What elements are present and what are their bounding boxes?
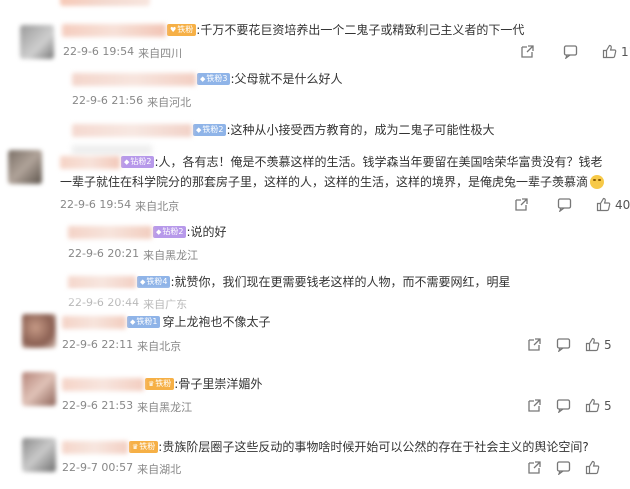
fan-badge: ◆ 钻粉2 — [153, 226, 187, 238]
like-icon — [585, 460, 600, 475]
comment-meta: 22-9-7 00:57 来自湖北 — [62, 461, 181, 477]
username[interactable] — [68, 275, 136, 289]
avatar[interactable] — [20, 25, 54, 59]
comment-time: 22-9-6 19:54 — [63, 45, 135, 58]
avatar[interactable] — [22, 314, 56, 348]
username[interactable] — [72, 123, 192, 137]
like-button[interactable]: 404 — [596, 197, 630, 212]
fan-badge: ♛ 铁粉 — [129, 441, 159, 453]
diamond-icon: ◆ — [156, 228, 162, 236]
comment-actions: 404 — [514, 197, 630, 212]
comment-text: :千万不要花巨资培养出一个二鬼子或精致利己主义者的下一代 — [196, 23, 525, 37]
username[interactable] — [62, 23, 166, 37]
comment-icon[interactable] — [556, 398, 571, 413]
fan-badge: ◆ 铁粉2 — [193, 124, 227, 136]
share-icon[interactable] — [520, 44, 535, 59]
username[interactable] — [62, 377, 144, 391]
like-icon — [602, 44, 617, 59]
username[interactable] — [72, 72, 196, 86]
comment-time: 22-9-6 21:53 — [62, 399, 134, 412]
comment-location: 来自广东 — [143, 298, 188, 311]
comment-meta: 22-9-6 21:56 来自河北 — [72, 94, 191, 110]
comment-time: 22-9-6 19:54 — [60, 198, 132, 211]
comment-meta: 22-9-6 19:54 来自北京 — [60, 198, 179, 214]
comment-actions: 119 — [520, 44, 630, 59]
meta-occlusion — [66, 290, 196, 298]
comment-text: :这种从小接受西方教育的，成为二鬼子可能性极大 — [226, 123, 495, 137]
comment-time: 22-9-6 20:44 — [68, 296, 140, 309]
comment-meta: 22-9-6 21:53 来自黑龙江 — [62, 399, 192, 415]
comment-icon[interactable] — [556, 337, 571, 352]
comment-text: :骨子里崇洋媚外 — [174, 377, 263, 391]
like-count: 119 — [621, 44, 630, 59]
comment-location: 来自湖北 — [137, 463, 182, 476]
like-button[interactable]: 119 — [602, 44, 630, 59]
avatar[interactable] — [8, 150, 42, 184]
share-icon[interactable] — [527, 398, 542, 413]
comment-actions: 5 — [527, 398, 612, 413]
crown-icon: ♛ — [148, 380, 155, 388]
comment-location: 来自河北 — [147, 96, 192, 109]
like-button[interactable]: 5 — [585, 337, 612, 352]
comment-meta: 22-9-6 20:21 来自黑龙江 — [68, 247, 198, 263]
like-button[interactable] — [585, 460, 600, 475]
comment-text: :就赞你，我们现在更需要钱老这样的人物，而不需要网红，明星 — [170, 275, 511, 289]
username[interactable] — [62, 440, 128, 454]
like-button[interactable]: 5 — [585, 398, 612, 413]
diamond-icon: ◆ — [124, 158, 130, 166]
crown-icon: ♛ — [132, 443, 139, 451]
like-count: 5 — [604, 398, 612, 413]
comment-location: 来自四川 — [138, 47, 183, 60]
comment-time: 22-9-6 22:11 — [62, 338, 134, 351]
crying-laughing-emoji — [590, 175, 605, 189]
share-icon[interactable] — [527, 337, 542, 352]
like-icon — [585, 337, 600, 352]
comment-actions — [527, 460, 600, 475]
comment-location: 来自黑龙江 — [143, 249, 199, 262]
diamond-icon: ◆ — [140, 278, 146, 286]
comment-time: 22-9-6 21:56 — [72, 94, 144, 107]
comment-text: :贵族阶层圈子这些反动的事物啥时候开始可以公然的存在于社会主义的舆论空间? — [158, 440, 589, 454]
comment-icon[interactable] — [557, 197, 572, 212]
share-icon[interactable] — [527, 460, 542, 475]
comment-text-line1: :人，各有志！俺是不羡慕这样的生活。钱学森当年要留在美国啥荣华富贵没有？钱老 — [154, 155, 603, 169]
comment-meta: 22-9-6 22:11 来自北京 — [62, 338, 181, 354]
fan-badge: ◆ 铁粉1 — [127, 316, 161, 328]
fan-badge: ◆ 铁粉3 — [197, 73, 231, 85]
diamond-icon: ◆ — [130, 318, 136, 326]
avatar[interactable] — [22, 438, 56, 472]
comment-text: :父母就不是什么好人 — [230, 72, 343, 86]
comment-icon[interactable] — [556, 460, 571, 475]
comment-text: :说的好 — [186, 225, 227, 239]
comment-location: 来自黑龙江 — [137, 401, 193, 414]
fan-badge: ♛ 铁粉 — [145, 378, 175, 390]
comment-time: 22-9-7 00:57 — [62, 461, 134, 474]
comment-text-line2: 一辈子就住在科学院分的那套房子里，这样的人，这样的生活，这样的境界，是俺虎兔一辈… — [60, 175, 589, 189]
diamond-icon: ◆ — [196, 126, 202, 134]
username[interactable] — [68, 225, 152, 239]
comment-location: 来自北京 — [135, 200, 180, 213]
avatar[interactable] — [22, 372, 56, 406]
comment-meta: 22-9-6 19:54 来自四川 — [63, 45, 182, 61]
heart-icon: ♥ — [170, 26, 177, 34]
comment-meta: 22-9-6 20:44 来自广东 — [68, 296, 187, 312]
comment-time: 22-9-6 20:21 — [68, 247, 140, 260]
like-icon — [596, 197, 611, 212]
comment-location: 来自北京 — [137, 340, 182, 353]
comment-actions: 5 — [527, 337, 612, 352]
diamond-icon: ◆ — [200, 75, 206, 83]
username[interactable] — [62, 315, 126, 329]
comment-text: 穿上龙袍也不像太子 — [162, 315, 271, 329]
comment-icon[interactable] — [563, 44, 578, 59]
blurred-username-fragment — [60, 0, 150, 6]
fan-badge: ♥ 铁粉 — [167, 24, 197, 36]
like-count: 404 — [615, 197, 630, 212]
like-icon — [585, 398, 600, 413]
fan-badge: ◆ 钻粉2 — [121, 156, 155, 168]
fan-badge: ◆ 铁粉4 — [137, 276, 171, 288]
username[interactable] — [60, 155, 120, 169]
like-count: 5 — [604, 337, 612, 352]
share-icon[interactable] — [514, 197, 529, 212]
